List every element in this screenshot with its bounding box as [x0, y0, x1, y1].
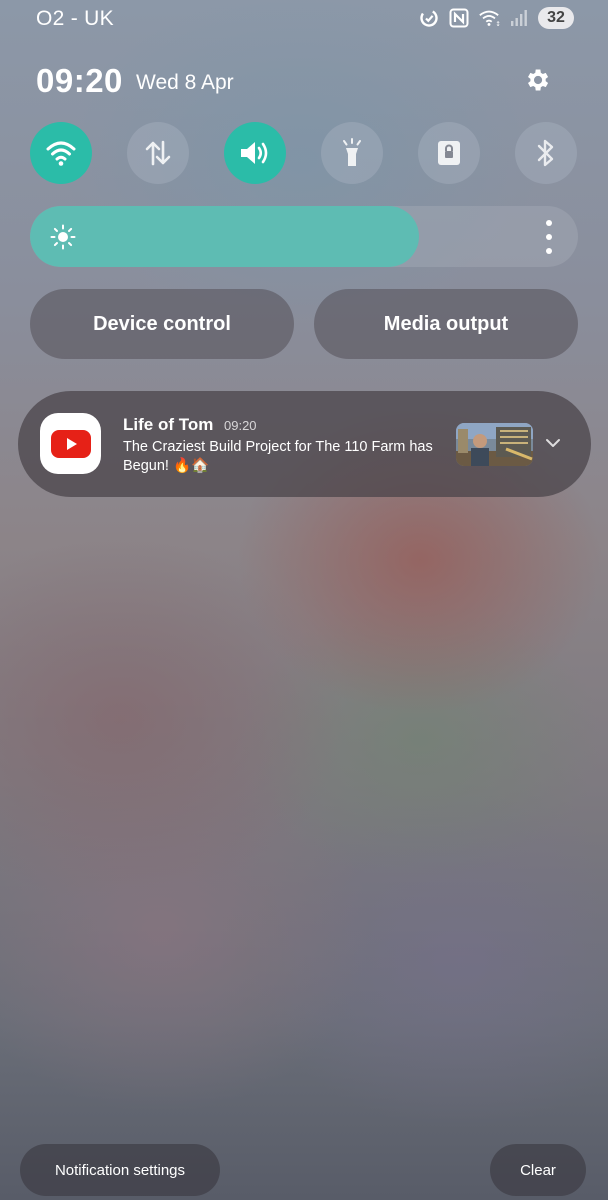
data-arrows-icon [145, 140, 171, 166]
svg-text:↕: ↕ [495, 20, 500, 28]
brightness-level-fill[interactable] [30, 206, 419, 267]
data-saver-icon [418, 7, 440, 29]
signal-icon [508, 7, 530, 29]
brightness-icon [50, 224, 76, 250]
wifi-toggle[interactable] [30, 122, 92, 184]
nfc-icon [448, 7, 470, 29]
notification-card[interactable]: Life of Tom 09:20 The Craziest Build Pro… [18, 391, 591, 497]
clock: 09:20 [36, 62, 123, 99]
notification-body: The Craziest Build Project for The 110 F… [123, 439, 433, 474]
media-output-button[interactable]: Media output [314, 289, 578, 359]
youtube-icon [40, 413, 101, 474]
lock-icon [438, 141, 460, 165]
sound-toggle[interactable] [224, 122, 286, 184]
flashlight-icon [343, 138, 361, 166]
gear-icon [528, 69, 549, 91]
notification-time: 09:20 [224, 418, 257, 433]
notification-title: Life of Tom [123, 415, 214, 434]
settings-button[interactable] [521, 64, 553, 96]
secure-folder-toggle[interactable] [418, 122, 480, 184]
video-thumbnail [456, 423, 533, 466]
status-icons: ↕ 32 [418, 7, 574, 29]
more-options-icon[interactable] [542, 220, 556, 254]
carrier-name: O2 - UK [36, 7, 114, 30]
speaker-icon [241, 142, 268, 164]
chevron-down-icon[interactable] [544, 434, 562, 452]
device-control-button[interactable]: Device control [30, 289, 294, 359]
wifi-icon: ↕ [478, 7, 500, 29]
wifi-icon [46, 141, 76, 166]
date: Wed 8 Apr [136, 71, 234, 94]
notification-settings-button[interactable]: Notification settings [20, 1144, 220, 1196]
flashlight-toggle[interactable] [321, 122, 383, 184]
brightness-slider[interactable] [30, 206, 578, 267]
mobile-data-toggle[interactable] [127, 122, 189, 184]
battery-level: 32 [538, 7, 574, 29]
quick-settings-row [30, 122, 578, 184]
status-bar: O2 - UK ↕ 32 [0, 0, 608, 40]
clear-button[interactable]: Clear [490, 1144, 586, 1196]
bluetooth-toggle[interactable] [515, 122, 577, 184]
bluetooth-icon [537, 139, 554, 167]
